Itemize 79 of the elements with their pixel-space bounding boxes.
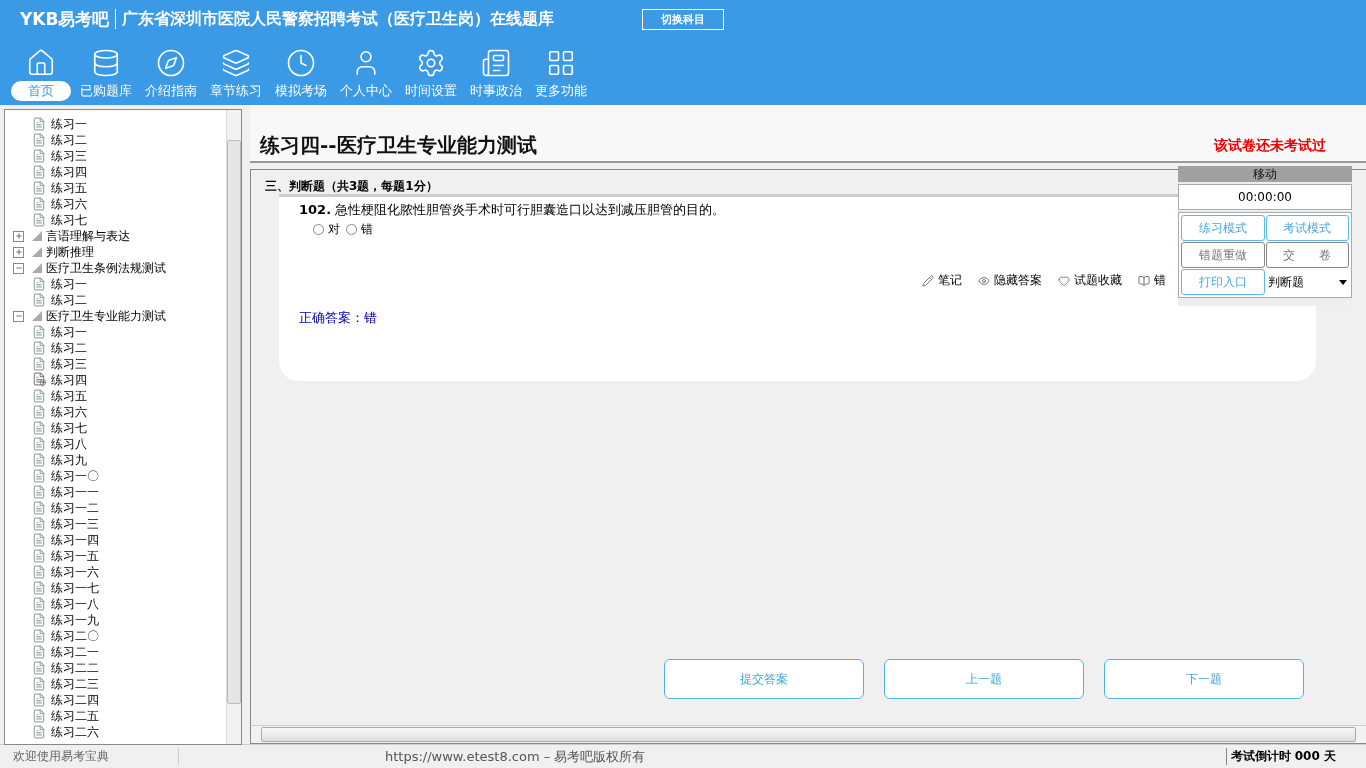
vertical-scrollbar[interactable] <box>226 110 241 744</box>
question-tool-button[interactable]: 隐藏答案 <box>978 272 1042 289</box>
tree-item-label[interactable]: 练习一〇 <box>51 467 99 485</box>
app-title: 广东省深圳市医院人民警察招聘考试（医疗卫生岗）在线题库 <box>122 8 555 30</box>
layers-icon[interactable] <box>220 48 251 78</box>
radio-button[interactable] <box>313 224 324 235</box>
heart-icon <box>1058 274 1070 287</box>
tree-item-label[interactable]: 练习五 <box>51 387 87 405</box>
collapse-toggle[interactable] <box>13 310 24 322</box>
tree-item-label[interactable]: 练习一三 <box>51 515 99 533</box>
exam-countdown: 考试倒计时 000 天 <box>1225 748 1336 765</box>
tree-item-label[interactable]: 练习二 <box>51 291 87 309</box>
book-icon <box>1138 274 1150 287</box>
logo: YKB易考吧 <box>20 9 117 29</box>
tree-item-label[interactable]: 练习二二 <box>51 659 99 677</box>
eye-icon <box>978 274 990 287</box>
newspaper-icon[interactable] <box>480 48 511 78</box>
paper-title: 练习四--医疗卫生专业能力测试 <box>260 132 537 159</box>
tree-item-label[interactable]: 练习二 <box>51 131 87 149</box>
question-text: 102. 急性梗阻化脓性胆管炎手术时可行胆囊造口以达到减压胆管的目的。 <box>299 201 727 219</box>
tree-item-label[interactable]: 练习六 <box>51 403 87 421</box>
folder-triangle-icon <box>32 311 42 321</box>
tree-item-label[interactable]: 练习二五 <box>51 707 99 725</box>
panel-handle[interactable]: 移动 <box>1178 166 1352 182</box>
tree-item-label[interactable]: 练习三 <box>51 147 87 165</box>
section-heading: 三、判断题（共3题，每题1分） <box>265 178 438 194</box>
expand-toggle[interactable] <box>13 230 24 242</box>
tree-item-label[interactable]: 练习三 <box>51 355 87 373</box>
tree-folder-label[interactable]: 医疗卫生条例法规测试 <box>46 259 166 277</box>
tree-item-label[interactable]: 练习九 <box>51 451 87 469</box>
tree-item-label[interactable]: 练习一七 <box>51 579 99 597</box>
question-tool-button[interactable]: 笔记 <box>922 272 962 289</box>
tree-item-label[interactable]: 练习一九 <box>51 611 99 629</box>
tree-item-label[interactable]: 练习二 <box>51 339 87 357</box>
tree-folder-label[interactable]: 医疗卫生专业能力测试 <box>46 307 166 325</box>
tree-item-label[interactable]: 练习六 <box>51 195 87 213</box>
clock-icon[interactable] <box>285 48 316 78</box>
tree-item-label[interactable]: 练习一 <box>51 323 87 341</box>
tree-item-label[interactable]: 练习八 <box>51 435 87 453</box>
tree-item-label[interactable]: 练习一八 <box>51 595 99 613</box>
tree-item-label[interactable]: 练习四 <box>51 163 87 181</box>
tree-folder-label[interactable]: 言语理解与表达 <box>46 227 130 245</box>
correct-answer: 正确答案：错 <box>299 309 378 327</box>
tree-item-label[interactable]: 练习一 <box>51 275 87 293</box>
tree-item-label[interactable]: 练习七 <box>51 419 87 437</box>
paper-status: 该试卷还未考试过 <box>1214 137 1326 155</box>
plus-icon <box>14 248 23 256</box>
tree-item-label[interactable]: 练习一五 <box>51 547 99 565</box>
option-label[interactable]: 对 <box>328 221 340 238</box>
radio-button[interactable] <box>346 224 357 235</box>
compass-icon[interactable] <box>155 48 186 78</box>
status-welcome: 欢迎使用易考宝典 <box>0 748 179 765</box>
tree-item-label[interactable]: 练习一二 <box>51 499 99 517</box>
minus-icon <box>14 312 23 320</box>
timer: 00:00:00 <box>1178 184 1352 210</box>
plus-icon <box>14 232 23 240</box>
option-label[interactable]: 错 <box>361 221 373 238</box>
tree-item-label[interactable]: 练习四 <box>51 371 87 389</box>
question-tool-button[interactable]: 试题收藏 <box>1058 272 1122 289</box>
status-copyright: https://www.etest8.com – 易考吧版权所有 <box>385 747 646 766</box>
tree-folder-label[interactable]: 判断推理 <box>46 243 94 261</box>
tree-item-label[interactable]: 练习五 <box>51 179 87 197</box>
tree-item-label[interactable]: 练习一一 <box>51 483 99 501</box>
pencil-icon <box>922 274 934 287</box>
tree-item-label[interactable]: 练习七 <box>51 211 87 229</box>
horizontal-scrollbar[interactable] <box>251 725 1366 743</box>
minus-icon <box>14 264 23 272</box>
tree-item-label[interactable]: 练习二四 <box>51 691 99 709</box>
collapse-toggle[interactable] <box>13 262 24 274</box>
tree-item-label[interactable]: 练习一四 <box>51 531 99 549</box>
expand-toggle[interactable] <box>13 246 24 258</box>
tree-item-label[interactable]: 练习一 <box>51 115 87 133</box>
question-tool-button[interactable]: 错 <box>1138 272 1166 289</box>
dropdown-caret-icon <box>1339 279 1347 285</box>
tree-item-label[interactable]: 练习二〇 <box>51 627 99 645</box>
tree-item-label[interactable]: 练习二一 <box>51 643 99 661</box>
tree-item-label[interactable]: 练习一六 <box>51 563 99 581</box>
tree-item-label[interactable]: 练习二六 <box>51 723 99 741</box>
tree-item-label[interactable]: 练习二三 <box>51 675 99 693</box>
